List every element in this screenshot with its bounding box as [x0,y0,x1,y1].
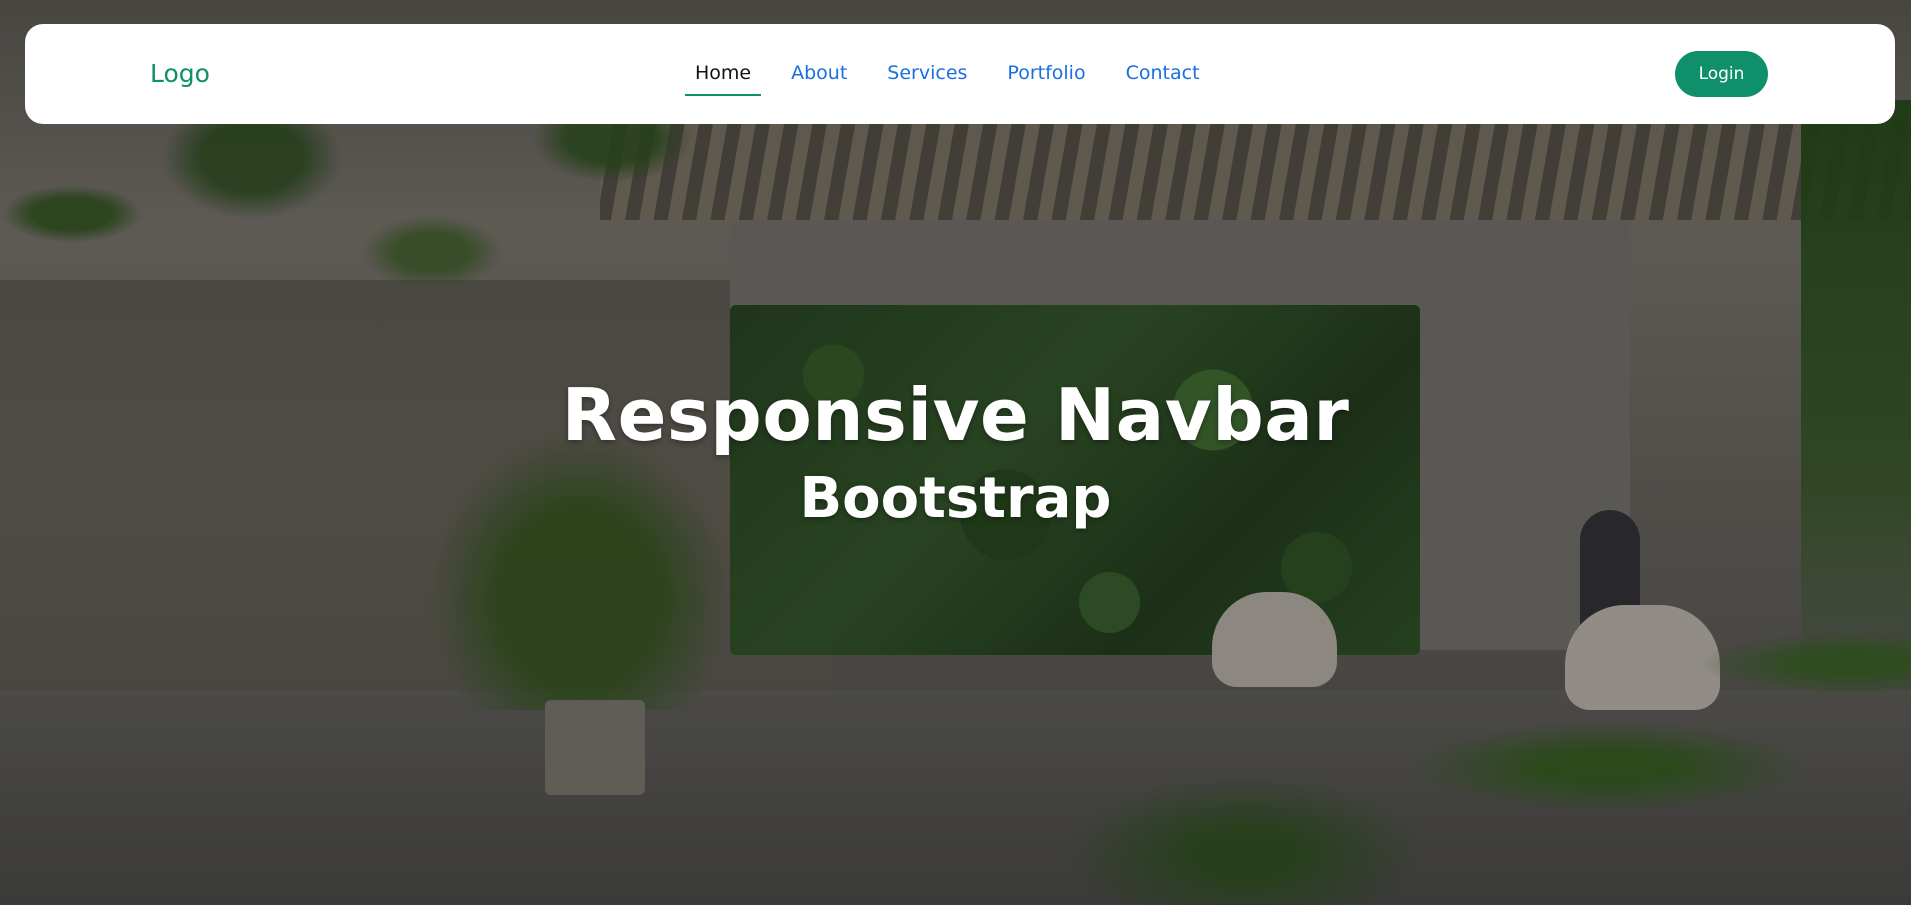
hero-subtitle: Bootstrap [799,466,1112,531]
nav-links: Home About Services Portfolio Contact [675,24,1220,124]
nav-link-contact[interactable]: Contact [1116,52,1210,96]
login-button[interactable]: Login [1675,51,1768,97]
hero-text: Responsive Navbar Bootstrap [0,370,1911,534]
logo-link[interactable]: Logo [150,24,210,124]
hero-title: Responsive Navbar [561,373,1350,457]
nav-link-services[interactable]: Services [877,52,977,96]
nav-link-portfolio[interactable]: Portfolio [997,52,1095,96]
nav-link-home[interactable]: Home [685,52,762,96]
nav-link-about[interactable]: About [781,52,857,96]
navbar: Logo Home About Services Portfolio Conta… [25,24,1895,124]
